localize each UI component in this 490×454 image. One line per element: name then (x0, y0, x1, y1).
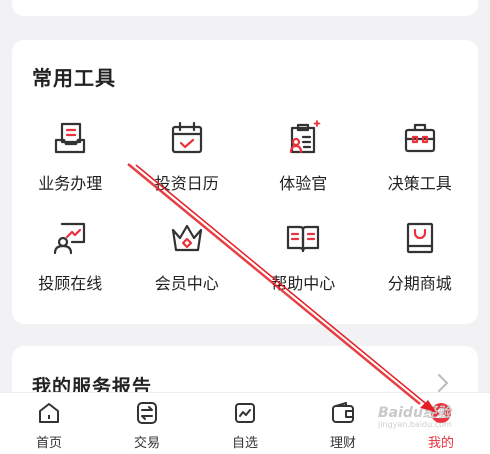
tab-trade[interactable]: 交易 (98, 393, 196, 454)
tool-label: 决策工具 (387, 174, 452, 193)
tab-label: 交易 (133, 436, 160, 451)
tool-label: 业务办理 (38, 174, 103, 193)
tool-label: 会员中心 (154, 274, 219, 293)
watermark-brand: Baidu经验 (378, 405, 451, 421)
document-tray-icon (55, 122, 86, 154)
tab-label: 理财 (329, 436, 356, 451)
tool-mall[interactable]: 分期商城 (362, 218, 479, 298)
trade-icon (137, 402, 157, 424)
tool-label: 投顾在线 (38, 274, 103, 293)
watermark-url: jingyan.baidu.com (378, 420, 452, 429)
tab-home[interactable]: 首页 (0, 393, 98, 454)
tab-label: 我的 (427, 436, 454, 451)
shopping-bag-icon (406, 222, 433, 254)
tool-label: 分期商城 (387, 274, 452, 293)
tool-business[interactable]: 业务办理 (12, 118, 129, 198)
chat-chart-icon (54, 222, 86, 255)
tool-help[interactable]: 帮助中心 (245, 218, 362, 298)
tool-label: 体验官 (279, 174, 328, 193)
tool-advisor[interactable]: 投顾在线 (12, 218, 129, 298)
wallet-icon (332, 402, 354, 423)
previous-card (12, 0, 478, 16)
open-book-icon (287, 225, 320, 253)
chevron-right-icon (438, 374, 448, 392)
tab-watchlist[interactable]: 自选 (196, 393, 294, 454)
calendar-check-icon (171, 121, 202, 154)
clipboard-user-icon (290, 120, 321, 154)
tool-experience[interactable]: 体验官 (245, 118, 362, 198)
toolbox-icon (404, 123, 435, 153)
tool-label: 投资日历 (154, 174, 219, 193)
tab-label: 首页 (35, 436, 62, 451)
tool-decision[interactable]: 决策工具 (362, 118, 479, 198)
common-tools-title: 常用工具 (32, 66, 116, 90)
crown-icon (171, 224, 202, 252)
tab-label: 自选 (231, 436, 258, 451)
chart-icon (235, 403, 255, 423)
common-tools-card: 常用工具 业务办理 投资日历 体验官 决策工具 投顾在线 会员中心 帮助中心 分… (12, 40, 478, 324)
tools-grid: 业务办理 投资日历 体验官 决策工具 投顾在线 会员中心 帮助中心 分期商城 (12, 118, 478, 298)
tool-calendar[interactable]: 投资日历 (129, 118, 246, 198)
tool-membership[interactable]: 会员中心 (129, 218, 246, 298)
home-icon (39, 403, 59, 423)
tool-label: 帮助中心 (271, 274, 336, 293)
